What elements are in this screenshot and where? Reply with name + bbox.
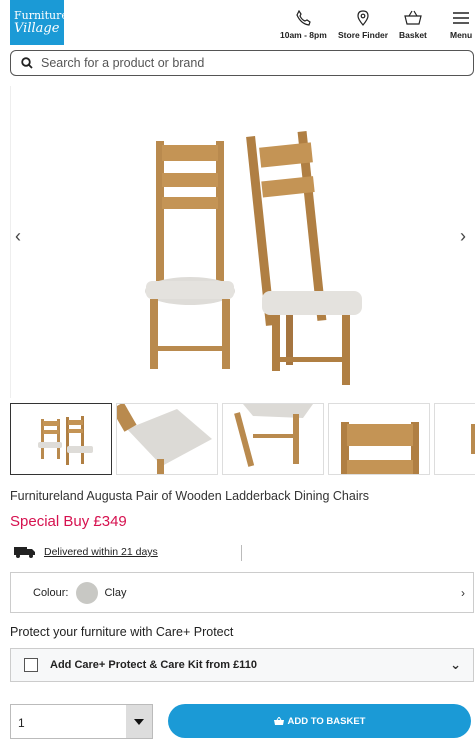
site-header: Furniture Village 10am - 8pm Store Finde… bbox=[0, 0, 475, 48]
delivery-truck-icon bbox=[14, 547, 35, 558]
care-protect-label: Add Care+ Protect & Care Kit from £110 bbox=[50, 659, 257, 671]
thumbnail-2-image bbox=[117, 404, 212, 474]
thumbnail-5-image bbox=[471, 424, 475, 454]
delivery-divider bbox=[241, 545, 242, 561]
colour-value: Clay bbox=[104, 586, 127, 599]
logo-line-1: Furniture bbox=[14, 8, 68, 22]
quantity-value: 1 bbox=[18, 716, 25, 730]
product-title: Furnitureland Augusta Pair of Wooden Lad… bbox=[10, 489, 370, 503]
search-input[interactable] bbox=[41, 56, 441, 70]
gallery-prev-arrow-icon[interactable]: ‹ bbox=[15, 226, 21, 247]
thumbnail-4[interactable] bbox=[328, 403, 430, 475]
product-image-gallery: ‹ › bbox=[10, 86, 475, 398]
thumbnail-1-image bbox=[38, 416, 93, 465]
colour-swatch bbox=[76, 581, 99, 604]
menu-button[interactable]: Menu bbox=[450, 10, 472, 40]
logo-line-2: Village bbox=[14, 20, 60, 36]
chevron-right-icon: › bbox=[461, 586, 465, 600]
hours-label: 10am - 8pm bbox=[280, 30, 327, 40]
delivery-link[interactable]: Delivered within 21 days bbox=[44, 546, 158, 558]
basket-label: Basket bbox=[399, 30, 427, 40]
basket-icon bbox=[273, 716, 284, 725]
quantity-dropdown-button[interactable] bbox=[126, 705, 152, 738]
search-icon bbox=[21, 57, 33, 69]
phone-icon bbox=[296, 10, 312, 26]
basket-link[interactable]: Basket bbox=[399, 10, 427, 40]
thumbnail-2[interactable] bbox=[116, 403, 218, 475]
colour-label: Colour: bbox=[33, 586, 69, 599]
hamburger-menu-icon bbox=[453, 12, 470, 24]
caret-down-icon bbox=[134, 718, 144, 725]
basket-icon bbox=[404, 10, 422, 25]
product-main-image[interactable] bbox=[136, 131, 366, 391]
care-protect-checkbox[interactable] bbox=[24, 658, 38, 672]
thumbnail-strip bbox=[10, 403, 475, 476]
furniture-village-logo[interactable]: Furniture Village bbox=[10, 0, 68, 45]
menu-label: Menu bbox=[450, 30, 473, 40]
chevron-down-icon[interactable]: ⌄ bbox=[450, 657, 461, 673]
gallery-next-arrow-icon[interactable]: › bbox=[460, 226, 466, 247]
store-finder-link[interactable]: Store Finder bbox=[338, 10, 388, 40]
product-price: Special Buy £349 bbox=[10, 513, 127, 530]
store-finder-label: Store Finder bbox=[338, 30, 389, 40]
opening-hours-link[interactable]: 10am - 8pm bbox=[280, 10, 327, 40]
add-to-basket-button[interactable]: ADD TO BASKET bbox=[168, 704, 471, 738]
thumbnail-5[interactable] bbox=[434, 403, 475, 475]
add-to-basket-label: ADD TO BASKET bbox=[287, 715, 366, 727]
delivery-info[interactable]: Delivered within 21 days bbox=[14, 546, 158, 558]
care-protect-option[interactable]: Add Care+ Protect & Care Kit from £110 ⌄ bbox=[10, 648, 474, 682]
thumbnail-3[interactable] bbox=[222, 403, 324, 475]
care-protect-heading: Protect your furniture with Care+ Protec… bbox=[10, 625, 234, 639]
search-bar[interactable] bbox=[10, 50, 474, 76]
quantity-select[interactable]: 1 bbox=[10, 704, 153, 739]
thumbnail-3-image bbox=[234, 404, 313, 467]
colour-selector[interactable]: Colour: Clay › bbox=[10, 572, 474, 613]
thumbnail-1[interactable] bbox=[10, 403, 112, 475]
location-pin-icon bbox=[357, 10, 369, 26]
thumbnail-4-image bbox=[341, 422, 419, 474]
